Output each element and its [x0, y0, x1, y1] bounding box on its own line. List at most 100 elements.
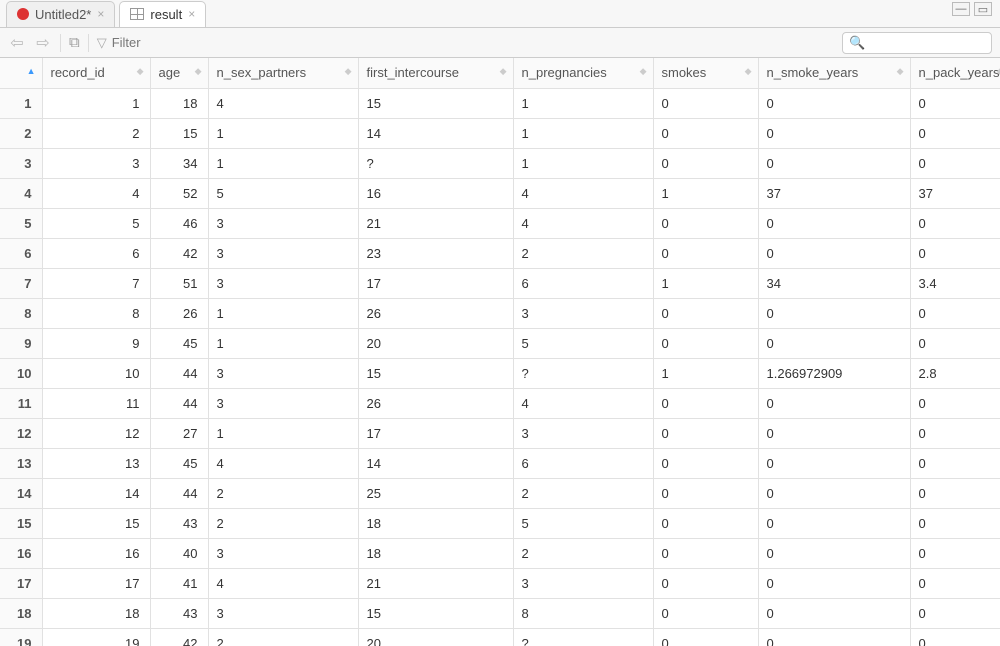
cell-age[interactable]: 41	[150, 568, 208, 598]
cell-first_intercourse[interactable]: 16	[358, 178, 513, 208]
col-n_pregnancies[interactable]: n_pregnancies◆	[513, 58, 653, 88]
cell-n_pack_years[interactable]: 0	[910, 328, 1000, 358]
minimize-button[interactable]: —	[952, 2, 970, 16]
cell-n_sex_partners[interactable]: 3	[208, 538, 358, 568]
cell-n_pack_years[interactable]: 0	[910, 538, 1000, 568]
cell-smokes[interactable]: 0	[653, 208, 758, 238]
cell-n_sex_partners[interactable]: 1	[208, 298, 358, 328]
cell-n_smoke_years[interactable]: 0	[758, 568, 910, 598]
cell-first_intercourse[interactable]: 26	[358, 298, 513, 328]
table-row[interactable]: 1515432185000	[0, 508, 1000, 538]
cell-n_pack_years[interactable]: 0	[910, 568, 1000, 598]
cell-n_sex_partners[interactable]: 3	[208, 268, 358, 298]
tab-result[interactable]: result ×	[119, 1, 206, 27]
cell-n_pack_years[interactable]: 0	[910, 448, 1000, 478]
table-row[interactable]: 1212271173000	[0, 418, 1000, 448]
table-row[interactable]: 1616403182000	[0, 538, 1000, 568]
cell-smokes[interactable]: 0	[653, 508, 758, 538]
cell-n_pregnancies[interactable]: 1	[513, 88, 653, 118]
cell-age[interactable]: 42	[150, 238, 208, 268]
cell-n_pack_years[interactable]: 0	[910, 418, 1000, 448]
popout-icon[interactable]: ⧉	[69, 34, 80, 51]
cell-age[interactable]: 15	[150, 118, 208, 148]
filter-button[interactable]: ▽ Filter	[97, 35, 141, 51]
cell-first_intercourse[interactable]: 14	[358, 448, 513, 478]
cell-n_sex_partners[interactable]: 3	[208, 208, 358, 238]
cell-record_id[interactable]: 17	[42, 568, 150, 598]
cell-smokes[interactable]: 0	[653, 598, 758, 628]
cell-n_sex_partners[interactable]: 1	[208, 148, 358, 178]
cell-smokes[interactable]: 1	[653, 268, 758, 298]
back-button[interactable]: ⇦	[8, 35, 26, 51]
cell-n_pack_years[interactable]: 0	[910, 388, 1000, 418]
cell-n_smoke_years[interactable]: 0	[758, 118, 910, 148]
cell-n_sex_partners[interactable]: 3	[208, 238, 358, 268]
cell-first_intercourse[interactable]: 15	[358, 88, 513, 118]
cell-age[interactable]: 52	[150, 178, 208, 208]
col-n_smoke_years[interactable]: n_smoke_years◆	[758, 58, 910, 88]
cell-n_sex_partners[interactable]: 1	[208, 418, 358, 448]
table-row[interactable]: 88261263000	[0, 298, 1000, 328]
table-row[interactable]: 1818433158000	[0, 598, 1000, 628]
cell-n_pregnancies[interactable]: 3	[513, 418, 653, 448]
col-smokes[interactable]: smokes◆	[653, 58, 758, 88]
cell-first_intercourse[interactable]: 20	[358, 328, 513, 358]
table-row[interactable]: 66423232000	[0, 238, 1000, 268]
table-row[interactable]: 33341?1000	[0, 148, 1000, 178]
cell-first_intercourse[interactable]: 21	[358, 208, 513, 238]
cell-n_smoke_years[interactable]: 0	[758, 148, 910, 178]
cell-smokes[interactable]: 0	[653, 148, 758, 178]
cell-age[interactable]: 43	[150, 508, 208, 538]
cell-n_pregnancies[interactable]: 2	[513, 238, 653, 268]
cell-smokes[interactable]: 0	[653, 298, 758, 328]
cell-age[interactable]: 51	[150, 268, 208, 298]
cell-record_id[interactable]: 13	[42, 448, 150, 478]
cell-n_pregnancies[interactable]: 2	[513, 538, 653, 568]
cell-record_id[interactable]: 14	[42, 478, 150, 508]
cell-n_smoke_years[interactable]: 0	[758, 538, 910, 568]
cell-n_sex_partners[interactable]: 3	[208, 598, 358, 628]
cell-smokes[interactable]: 0	[653, 478, 758, 508]
cell-n_pregnancies[interactable]: 1	[513, 118, 653, 148]
cell-n_pregnancies[interactable]: ?	[513, 358, 653, 388]
table-row[interactable]: 99451205000	[0, 328, 1000, 358]
table-row[interactable]: 22151141000	[0, 118, 1000, 148]
col-n_sex_partners[interactable]: n_sex_partners◆	[208, 58, 358, 88]
cell-n_pack_years[interactable]: 0	[910, 238, 1000, 268]
cell-age[interactable]: 44	[150, 388, 208, 418]
cell-n_sex_partners[interactable]: 4	[208, 568, 358, 598]
cell-n_smoke_years[interactable]: 0	[758, 508, 910, 538]
cell-n_smoke_years[interactable]: 1.266972909	[758, 358, 910, 388]
table-row[interactable]: 1717414213000	[0, 568, 1000, 598]
cell-n_smoke_years[interactable]: 0	[758, 478, 910, 508]
tab-untitled2[interactable]: Untitled2* ×	[6, 1, 115, 27]
cell-record_id[interactable]: 4	[42, 178, 150, 208]
cell-n_pack_years[interactable]: 2.8	[910, 358, 1000, 388]
cell-n_pregnancies[interactable]: 8	[513, 598, 653, 628]
cell-record_id[interactable]: 2	[42, 118, 150, 148]
cell-n_smoke_years[interactable]: 0	[758, 298, 910, 328]
col-record_id[interactable]: record_id◆	[42, 58, 150, 88]
table-row[interactable]: 775131761343.4	[0, 268, 1000, 298]
cell-age[interactable]: 40	[150, 538, 208, 568]
cell-smokes[interactable]: 0	[653, 568, 758, 598]
cell-n_pack_years[interactable]: 0	[910, 208, 1000, 238]
cell-first_intercourse[interactable]: 20	[358, 628, 513, 646]
cell-n_pregnancies[interactable]: 6	[513, 448, 653, 478]
cell-n_smoke_years[interactable]: 0	[758, 328, 910, 358]
cell-n_pregnancies[interactable]: 5	[513, 328, 653, 358]
cell-age[interactable]: 44	[150, 358, 208, 388]
cell-smokes[interactable]: 0	[653, 118, 758, 148]
cell-smokes[interactable]: 1	[653, 178, 758, 208]
cell-n_smoke_years[interactable]: 0	[758, 448, 910, 478]
cell-first_intercourse[interactable]: ?	[358, 148, 513, 178]
cell-n_smoke_years[interactable]: 0	[758, 88, 910, 118]
table-row[interactable]: 1414442252000	[0, 478, 1000, 508]
cell-n_pregnancies[interactable]: ?	[513, 628, 653, 646]
cell-first_intercourse[interactable]: 18	[358, 538, 513, 568]
cell-smokes[interactable]: 0	[653, 88, 758, 118]
row-number-header[interactable]: ▲	[0, 58, 42, 88]
cell-smokes[interactable]: 0	[653, 328, 758, 358]
table-row[interactable]: 101044315?11.2669729092.8	[0, 358, 1000, 388]
cell-n_smoke_years[interactable]: 0	[758, 388, 910, 418]
